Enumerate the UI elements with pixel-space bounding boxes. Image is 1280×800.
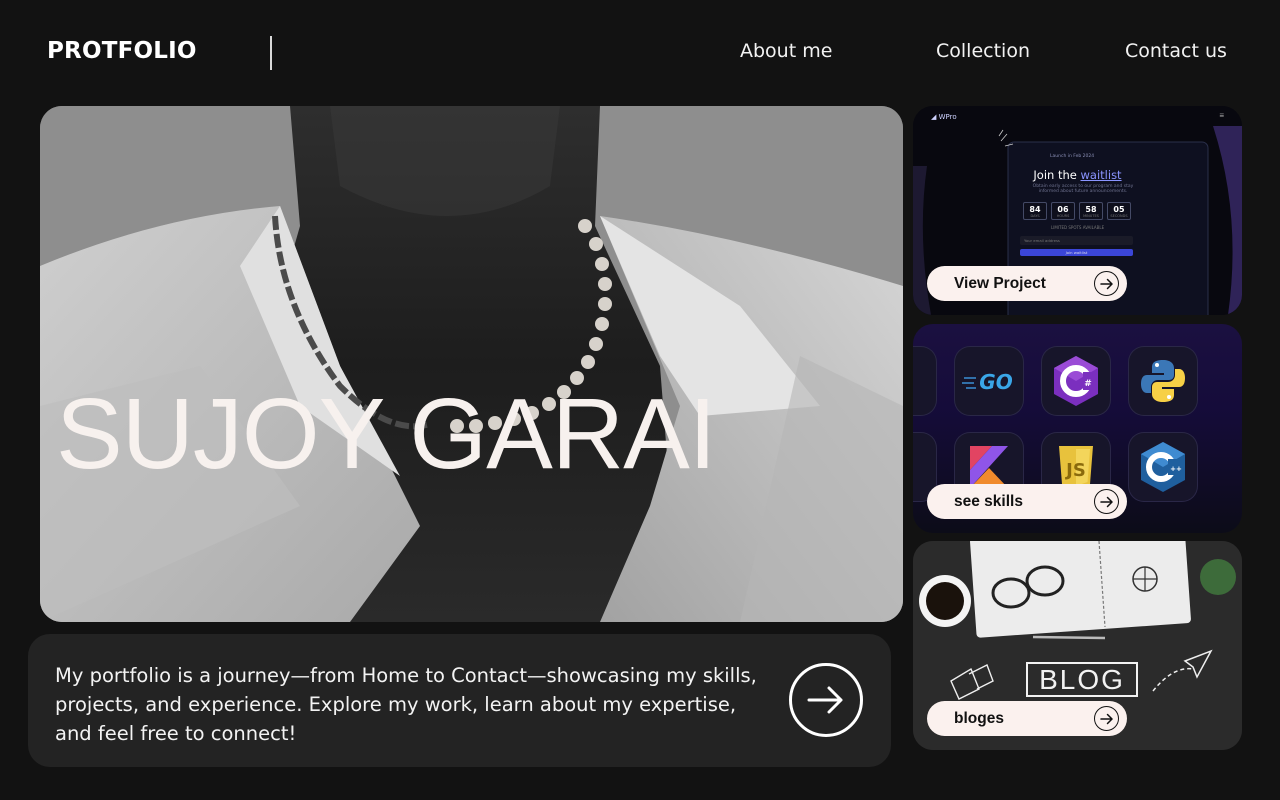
nav-collection[interactable]: Collection xyxy=(936,40,1030,62)
nav-contact-us[interactable]: Contact us xyxy=(1125,40,1227,62)
view-project-label: View Project xyxy=(954,274,1046,292)
skills-card[interactable]: GO # JS ++ see skills xyxy=(913,324,1242,533)
bloges-button[interactable]: bloges xyxy=(927,701,1127,736)
preview-badge: Launch in Feb 2024 xyxy=(1050,154,1095,159)
svg-text:GO: GO xyxy=(979,370,1012,394)
arrow-right-icon xyxy=(807,686,843,714)
skill-tile-cplusplus: ++ xyxy=(1128,432,1198,502)
blog-sign: BLOG xyxy=(1026,662,1138,697)
preview-join-button: Join waitlist xyxy=(1020,249,1133,256)
bloges-label: bloges xyxy=(954,709,1004,727)
preview-logo: ◢ WPro xyxy=(931,113,957,121)
svg-text:#: # xyxy=(1084,379,1092,389)
countdown-hours: 06 HOURS xyxy=(1051,202,1075,220)
intro-arrow-button[interactable] xyxy=(789,663,863,737)
svg-text:JS: JS xyxy=(1064,460,1086,481)
intro-description: My portfolio is a journey—from Home to C… xyxy=(55,664,757,745)
skill-tile-go: GO xyxy=(954,346,1024,416)
preview-email-input: Your email address xyxy=(1020,236,1133,245)
hero-photo: SUJOY GARAI xyxy=(40,106,903,622)
csharp-icon: # xyxy=(1054,356,1098,406)
blog-card[interactable]: BLOG bloges xyxy=(913,541,1242,750)
golang-icon: GO xyxy=(962,370,1013,394)
countdown-seconds: 05 SECONDS xyxy=(1107,202,1131,220)
preview-subtitle: Obtain early access to our program and s… xyxy=(1032,184,1134,194)
hero-name-title: SUJOY GARAI xyxy=(56,378,717,490)
project-card[interactable]: ◢ WPro ≡ Launch in Feb 2024 Join the wai… xyxy=(913,106,1242,315)
arrow-right-icon xyxy=(1094,706,1119,731)
brand-logo[interactable]: PROTFOLIO xyxy=(47,38,197,64)
python-icon xyxy=(1141,360,1185,402)
skill-tile-csharp: # xyxy=(1041,346,1111,416)
see-skills-button[interactable]: see skills xyxy=(927,484,1127,519)
preview-menu-icon: ≡ xyxy=(1219,111,1224,120)
skill-tile-python xyxy=(1128,346,1198,416)
view-project-button[interactable]: View Project xyxy=(927,266,1127,301)
skill-tile-partial xyxy=(913,346,937,416)
hero-portrait-illustration xyxy=(40,106,903,622)
see-skills-label: see skills xyxy=(954,492,1023,510)
countdown-minutes: 58 MINUTES xyxy=(1079,202,1103,220)
nav-about-me[interactable]: About me xyxy=(740,40,832,62)
preview-note: LIMITED SPOTS AVAILABLE xyxy=(1051,225,1105,230)
arrow-right-icon xyxy=(1094,271,1119,296)
countdown-days: 84 DAYS xyxy=(1023,202,1047,220)
arrow-right-icon xyxy=(1094,489,1119,514)
intro-panel: My portfolio is a journey—from Home to C… xyxy=(28,634,891,767)
header-divider xyxy=(270,36,272,70)
preview-title: Join the waitlist xyxy=(1033,168,1122,182)
cplusplus-icon: ++ xyxy=(1141,442,1185,492)
svg-text:++: ++ xyxy=(1170,465,1182,473)
